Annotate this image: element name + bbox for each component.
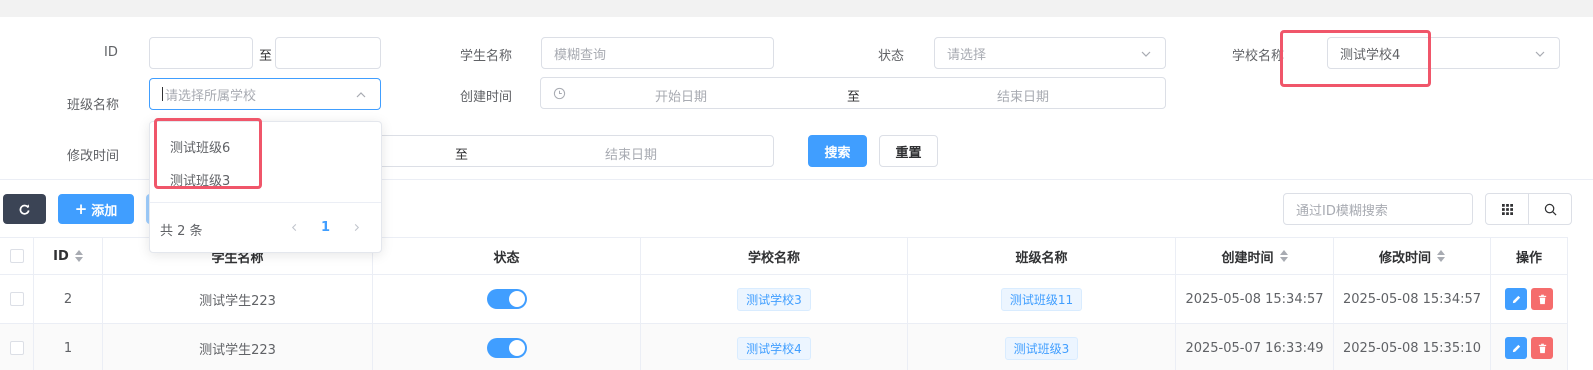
cell-created: 2025-05-08 15:34:57	[1176, 275, 1334, 323]
chevron-down-icon	[1141, 51, 1151, 57]
cell-student-name: 测试学生223	[103, 275, 373, 323]
cell-id: 1	[34, 324, 103, 370]
grid-icon	[1501, 203, 1513, 215]
header-create-time[interactable]: 创建时间	[1176, 238, 1334, 274]
refresh-icon	[19, 203, 30, 215]
row-checkbox[interactable]	[9, 292, 24, 306]
add-button-label: 添加	[91, 203, 118, 219]
select-all-checkbox[interactable]	[9, 249, 24, 263]
sort-icon[interactable]	[1437, 250, 1445, 262]
reset-button[interactable]: 重置	[879, 135, 938, 167]
create-start-placeholder: 开始日期	[655, 90, 708, 105]
header-id[interactable]: ID	[34, 238, 103, 274]
dropdown-divider	[150, 202, 381, 203]
id-range-separator: 至	[259, 49, 273, 64]
top-bar	[0, 0, 1593, 17]
student-name-input[interactable]: 模糊查询	[541, 37, 774, 69]
cell-student-name: 测试学生223	[103, 324, 373, 370]
school-name-label: 学校名称	[1232, 49, 1285, 64]
sort-icon[interactable]	[1279, 250, 1288, 262]
search-button[interactable]: 搜索	[808, 135, 867, 167]
edit-button[interactable]	[1505, 288, 1527, 310]
header-class-name: 班级名称	[908, 238, 1176, 274]
create-range-separator: 至	[847, 90, 861, 105]
chevron-down-icon	[1535, 51, 1545, 57]
status-placeholder: 请选择	[947, 47, 987, 63]
modify-time-label: 修改时间	[67, 149, 120, 164]
row-select-cell	[0, 324, 34, 370]
id-max-input[interactable]	[275, 37, 381, 69]
delete-button[interactable]	[1531, 288, 1553, 310]
trash-icon	[1538, 343, 1546, 353]
cell-class: 测试班级11	[908, 275, 1176, 323]
class-name-select[interactable]: 请选择所属学校	[149, 78, 381, 110]
class-tag: 测试班级11	[1000, 287, 1083, 311]
row-checkbox[interactable]	[9, 341, 24, 355]
class-dropdown: 测试班级6 测试班级3 共 2 条 1	[149, 121, 382, 253]
sort-icon[interactable]	[74, 250, 83, 262]
cell-class: 测试班级3	[908, 324, 1176, 370]
status-switch[interactable]	[486, 338, 527, 358]
row-select-cell	[0, 275, 34, 323]
search-icon	[1544, 203, 1556, 215]
cell-status	[373, 324, 641, 370]
id-search-placeholder: 通过ID模糊搜索	[1296, 203, 1388, 219]
school-tag: 测试学校3	[737, 287, 811, 311]
cell-school: 测试学校3	[641, 275, 908, 323]
dropdown-option[interactable]: 测试班级3	[170, 170, 230, 189]
school-name-select[interactable]: 测试学校4	[1327, 37, 1560, 69]
pencil-icon	[1512, 295, 1520, 303]
table-row: 1 测试学生223 测试学校4 测试班级3 2025-05-07 16:33:4…	[0, 324, 1568, 370]
current-page[interactable]: 1	[321, 220, 330, 235]
id-search-input[interactable]: 通过ID模糊搜索	[1283, 193, 1473, 225]
select-all-cell	[0, 238, 34, 274]
create-time-range[interactable]: 开始日期 至 结束日期	[540, 77, 1166, 109]
school-tag: 测试学校4	[737, 336, 811, 360]
modify-range-separator: 至	[455, 148, 469, 163]
edit-button[interactable]	[1505, 337, 1527, 359]
next-page-icon[interactable]	[352, 223, 361, 232]
status-switch[interactable]	[486, 289, 527, 309]
create-time-label: 创建时间	[460, 90, 513, 105]
chevron-up-icon	[356, 92, 366, 98]
header-school-name: 学校名称	[641, 238, 908, 274]
create-end-placeholder: 结束日期	[997, 90, 1050, 105]
cell-modified: 2025-05-08 15:35:10	[1334, 324, 1491, 370]
prev-page-icon[interactable]	[290, 223, 299, 232]
status-label: 状态	[878, 49, 905, 64]
student-name-label: 学生名称	[460, 49, 513, 64]
dropdown-option[interactable]: 测试班级6	[170, 137, 230, 156]
plus-icon: +	[74, 200, 88, 218]
id-min-input[interactable]	[149, 37, 253, 69]
cell-id: 2	[34, 275, 103, 323]
status-select[interactable]: 请选择	[934, 37, 1166, 69]
id-label: ID	[104, 45, 118, 60]
cell-status	[373, 275, 641, 323]
cell-actions	[1491, 324, 1568, 370]
cell-created: 2025-05-07 16:33:49	[1176, 324, 1334, 370]
header-modify-time[interactable]: 修改时间	[1334, 238, 1491, 274]
toggle-search-button[interactable]	[1528, 193, 1572, 225]
header-actions: 操作	[1491, 238, 1568, 274]
modify-end-placeholder: 结束日期	[605, 148, 658, 163]
cell-school: 测试学校4	[641, 324, 908, 370]
table-row: 2 测试学生223 测试学校3 测试班级11 2025-05-08 15:34:…	[0, 275, 1568, 324]
class-tag: 测试班级3	[1004, 336, 1079, 360]
cell-actions	[1491, 275, 1568, 323]
cell-modified: 2025-05-08 15:34:57	[1334, 275, 1491, 323]
student-name-placeholder: 模糊查询	[554, 47, 607, 63]
trash-icon	[1538, 294, 1546, 304]
column-toggle-button[interactable]	[1485, 193, 1529, 225]
dropdown-total: 共 2 条	[160, 224, 203, 239]
clock-icon	[553, 87, 566, 99]
class-name-label: 班级名称	[67, 98, 120, 113]
delete-button[interactable]	[1531, 337, 1553, 359]
class-name-placeholder: 请选择所属学校	[165, 88, 257, 104]
add-button[interactable]: + 添加	[58, 194, 134, 224]
refresh-button[interactable]	[3, 194, 46, 224]
text-cursor	[162, 87, 163, 101]
pencil-icon	[1512, 344, 1520, 352]
school-name-value: 测试学校4	[1340, 47, 1401, 63]
header-status: 状态	[373, 238, 641, 274]
